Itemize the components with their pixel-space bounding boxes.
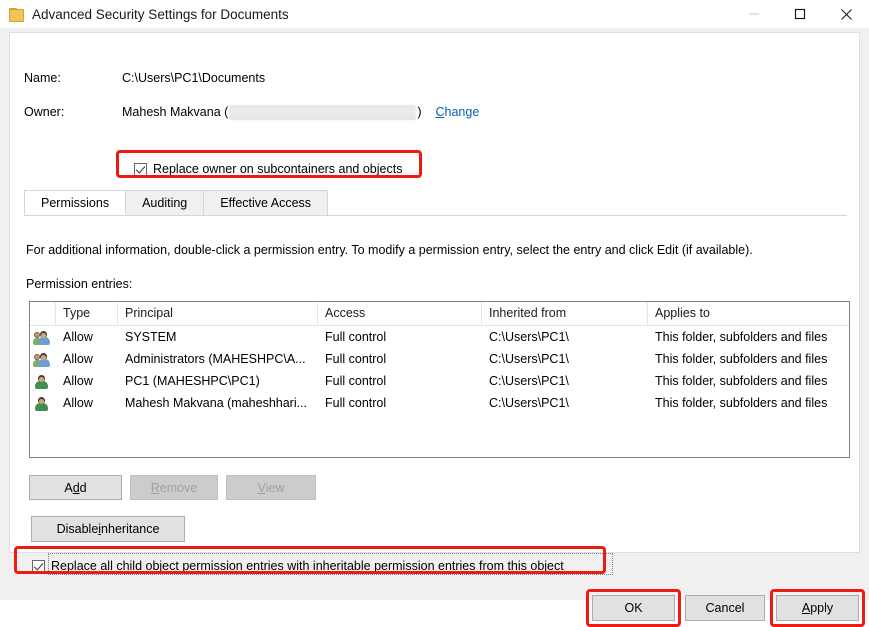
group-icon [30, 326, 56, 348]
view-button: View [226, 475, 316, 500]
add-button-post: d [80, 481, 87, 495]
owner-row: Owner: Mahesh Makvana ( ) Change [24, 103, 479, 121]
view-button-post: iew [266, 481, 285, 495]
content-panel: Name: C:\Users\PC1\Documents Owner: Mahe… [9, 32, 860, 553]
ok-button-label: OK [624, 601, 642, 615]
cell-applies-to: This folder, subfolders and files [648, 392, 847, 414]
column-header-access[interactable]: Access [318, 302, 482, 325]
owner-value: Mahesh Makvana ( [122, 105, 228, 119]
table-header: Type Principal Access Inherited from App… [30, 302, 849, 326]
owner-value-close: ) [417, 105, 421, 119]
cell-type: Allow [56, 348, 118, 370]
change-link-accel: C [435, 105, 444, 119]
disable-inheritance-button[interactable]: Disable inheritance [31, 516, 185, 542]
remove-button-post: emove [160, 481, 198, 495]
remove-button: Remove [130, 475, 218, 500]
remove-button-accel: R [151, 481, 160, 495]
apply-button[interactable]: Apply [776, 595, 859, 621]
table-row[interactable]: Allow Administrators (MAHESHPC\A... Full… [30, 348, 849, 370]
replace-owner-checkbox[interactable]: Replace owner on subcontainers and objec… [134, 162, 402, 176]
cell-access: Full control [318, 370, 482, 392]
column-header-principal[interactable]: Principal [118, 302, 318, 325]
cell-principal: SYSTEM [118, 326, 318, 348]
cell-principal: Mahesh Makvana (maheshhari... [118, 392, 318, 414]
minimize-icon[interactable] [731, 0, 777, 28]
window-caption-buttons [731, 0, 869, 28]
name-value: C:\Users\PC1\Documents [122, 71, 265, 85]
name-row: Name: C:\Users\PC1\Documents [24, 69, 265, 87]
maximize-icon[interactable] [777, 0, 823, 28]
name-label: Name: [24, 71, 122, 85]
add-button[interactable]: Add [29, 475, 122, 500]
add-button-accel: d [73, 481, 80, 495]
folder-icon [9, 8, 23, 21]
cancel-button-label: Cancel [706, 601, 745, 615]
owner-redacted-field [229, 105, 416, 120]
change-link-rest: hange [445, 105, 480, 119]
column-header-applies-to[interactable]: Applies to [648, 302, 847, 325]
replace-all-checkbox-box[interactable] [32, 560, 45, 573]
replace-all-checkbox-label: Replace all child object permission entr… [51, 559, 564, 573]
cell-access: Full control [318, 326, 482, 348]
replace-owner-checkbox-label: Replace owner on subcontainers and objec… [153, 162, 402, 176]
cell-inherited-from: C:\Users\PC1\ [482, 326, 648, 348]
table-row[interactable]: Allow Mahesh Makvana (maheshhari... Full… [30, 392, 849, 414]
info-text: For additional information, double-click… [26, 243, 753, 257]
ok-button[interactable]: OK [592, 595, 675, 621]
close-icon[interactable] [823, 0, 869, 28]
tab-auditing-label: Auditing [142, 196, 187, 210]
column-header-type[interactable]: Type [56, 302, 118, 325]
cell-inherited-from: C:\Users\PC1\ [482, 370, 648, 392]
tab-permissions-label: Permissions [41, 196, 109, 210]
table-row[interactable]: Allow PC1 (MAHESHPC\PC1) Full control C:… [30, 370, 849, 392]
window-title: Advanced Security Settings for Documents [32, 7, 289, 22]
tab-effective-access[interactable]: Effective Access [203, 190, 328, 215]
tab-auditing[interactable]: Auditing [125, 190, 204, 215]
cell-access: Full control [318, 348, 482, 370]
user-icon [30, 392, 56, 414]
replace-all-checkbox[interactable]: Replace all child object permission entr… [32, 559, 564, 573]
cell-type: Allow [56, 326, 118, 348]
cell-inherited-from: C:\Users\PC1\ [482, 348, 648, 370]
column-header-icon [30, 302, 56, 325]
cell-inherited-from: C:\Users\PC1\ [482, 392, 648, 414]
cell-applies-to: This folder, subfolders and files [648, 348, 847, 370]
cell-applies-to: This folder, subfolders and files [648, 370, 847, 392]
table-row[interactable]: Allow SYSTEM Full control C:\Users\PC1\ … [30, 326, 849, 348]
user-icon [30, 370, 56, 392]
permission-entries-label: Permission entries: [26, 277, 132, 291]
owner-label: Owner: [24, 105, 122, 119]
apply-button-post: pply [810, 601, 833, 615]
cell-type: Allow [56, 370, 118, 392]
add-button-pre: A [64, 481, 72, 495]
tab-strip: Permissions Auditing Effective Access [24, 189, 847, 216]
cell-principal: PC1 (MAHESHPC\PC1) [118, 370, 318, 392]
disable-inheritance-pre: Disable [57, 522, 99, 536]
change-owner-link[interactable]: Change [435, 105, 479, 119]
cancel-button[interactable]: Cancel [685, 595, 765, 621]
tab-permissions[interactable]: Permissions [24, 190, 126, 215]
replace-owner-checkbox-box[interactable] [134, 163, 147, 176]
column-header-inherited-from[interactable]: Inherited from [482, 302, 648, 325]
cell-type: Allow [56, 392, 118, 414]
window-title-bar: Advanced Security Settings for Documents [0, 0, 869, 28]
permission-entries-list[interactable]: Type Principal Access Inherited from App… [29, 301, 850, 458]
disable-inheritance-post: nheritance [101, 522, 159, 536]
cell-applies-to: This folder, subfolders and files [648, 326, 847, 348]
dialog-body: Name: C:\Users\PC1\Documents Owner: Mahe… [0, 28, 869, 600]
group-icon [30, 348, 56, 370]
apply-button-accel: A [802, 601, 810, 615]
view-button-accel: V [257, 481, 265, 495]
tab-effective-access-label: Effective Access [220, 196, 311, 210]
cell-access: Full control [318, 392, 482, 414]
cell-principal: Administrators (MAHESHPC\A... [118, 348, 318, 370]
